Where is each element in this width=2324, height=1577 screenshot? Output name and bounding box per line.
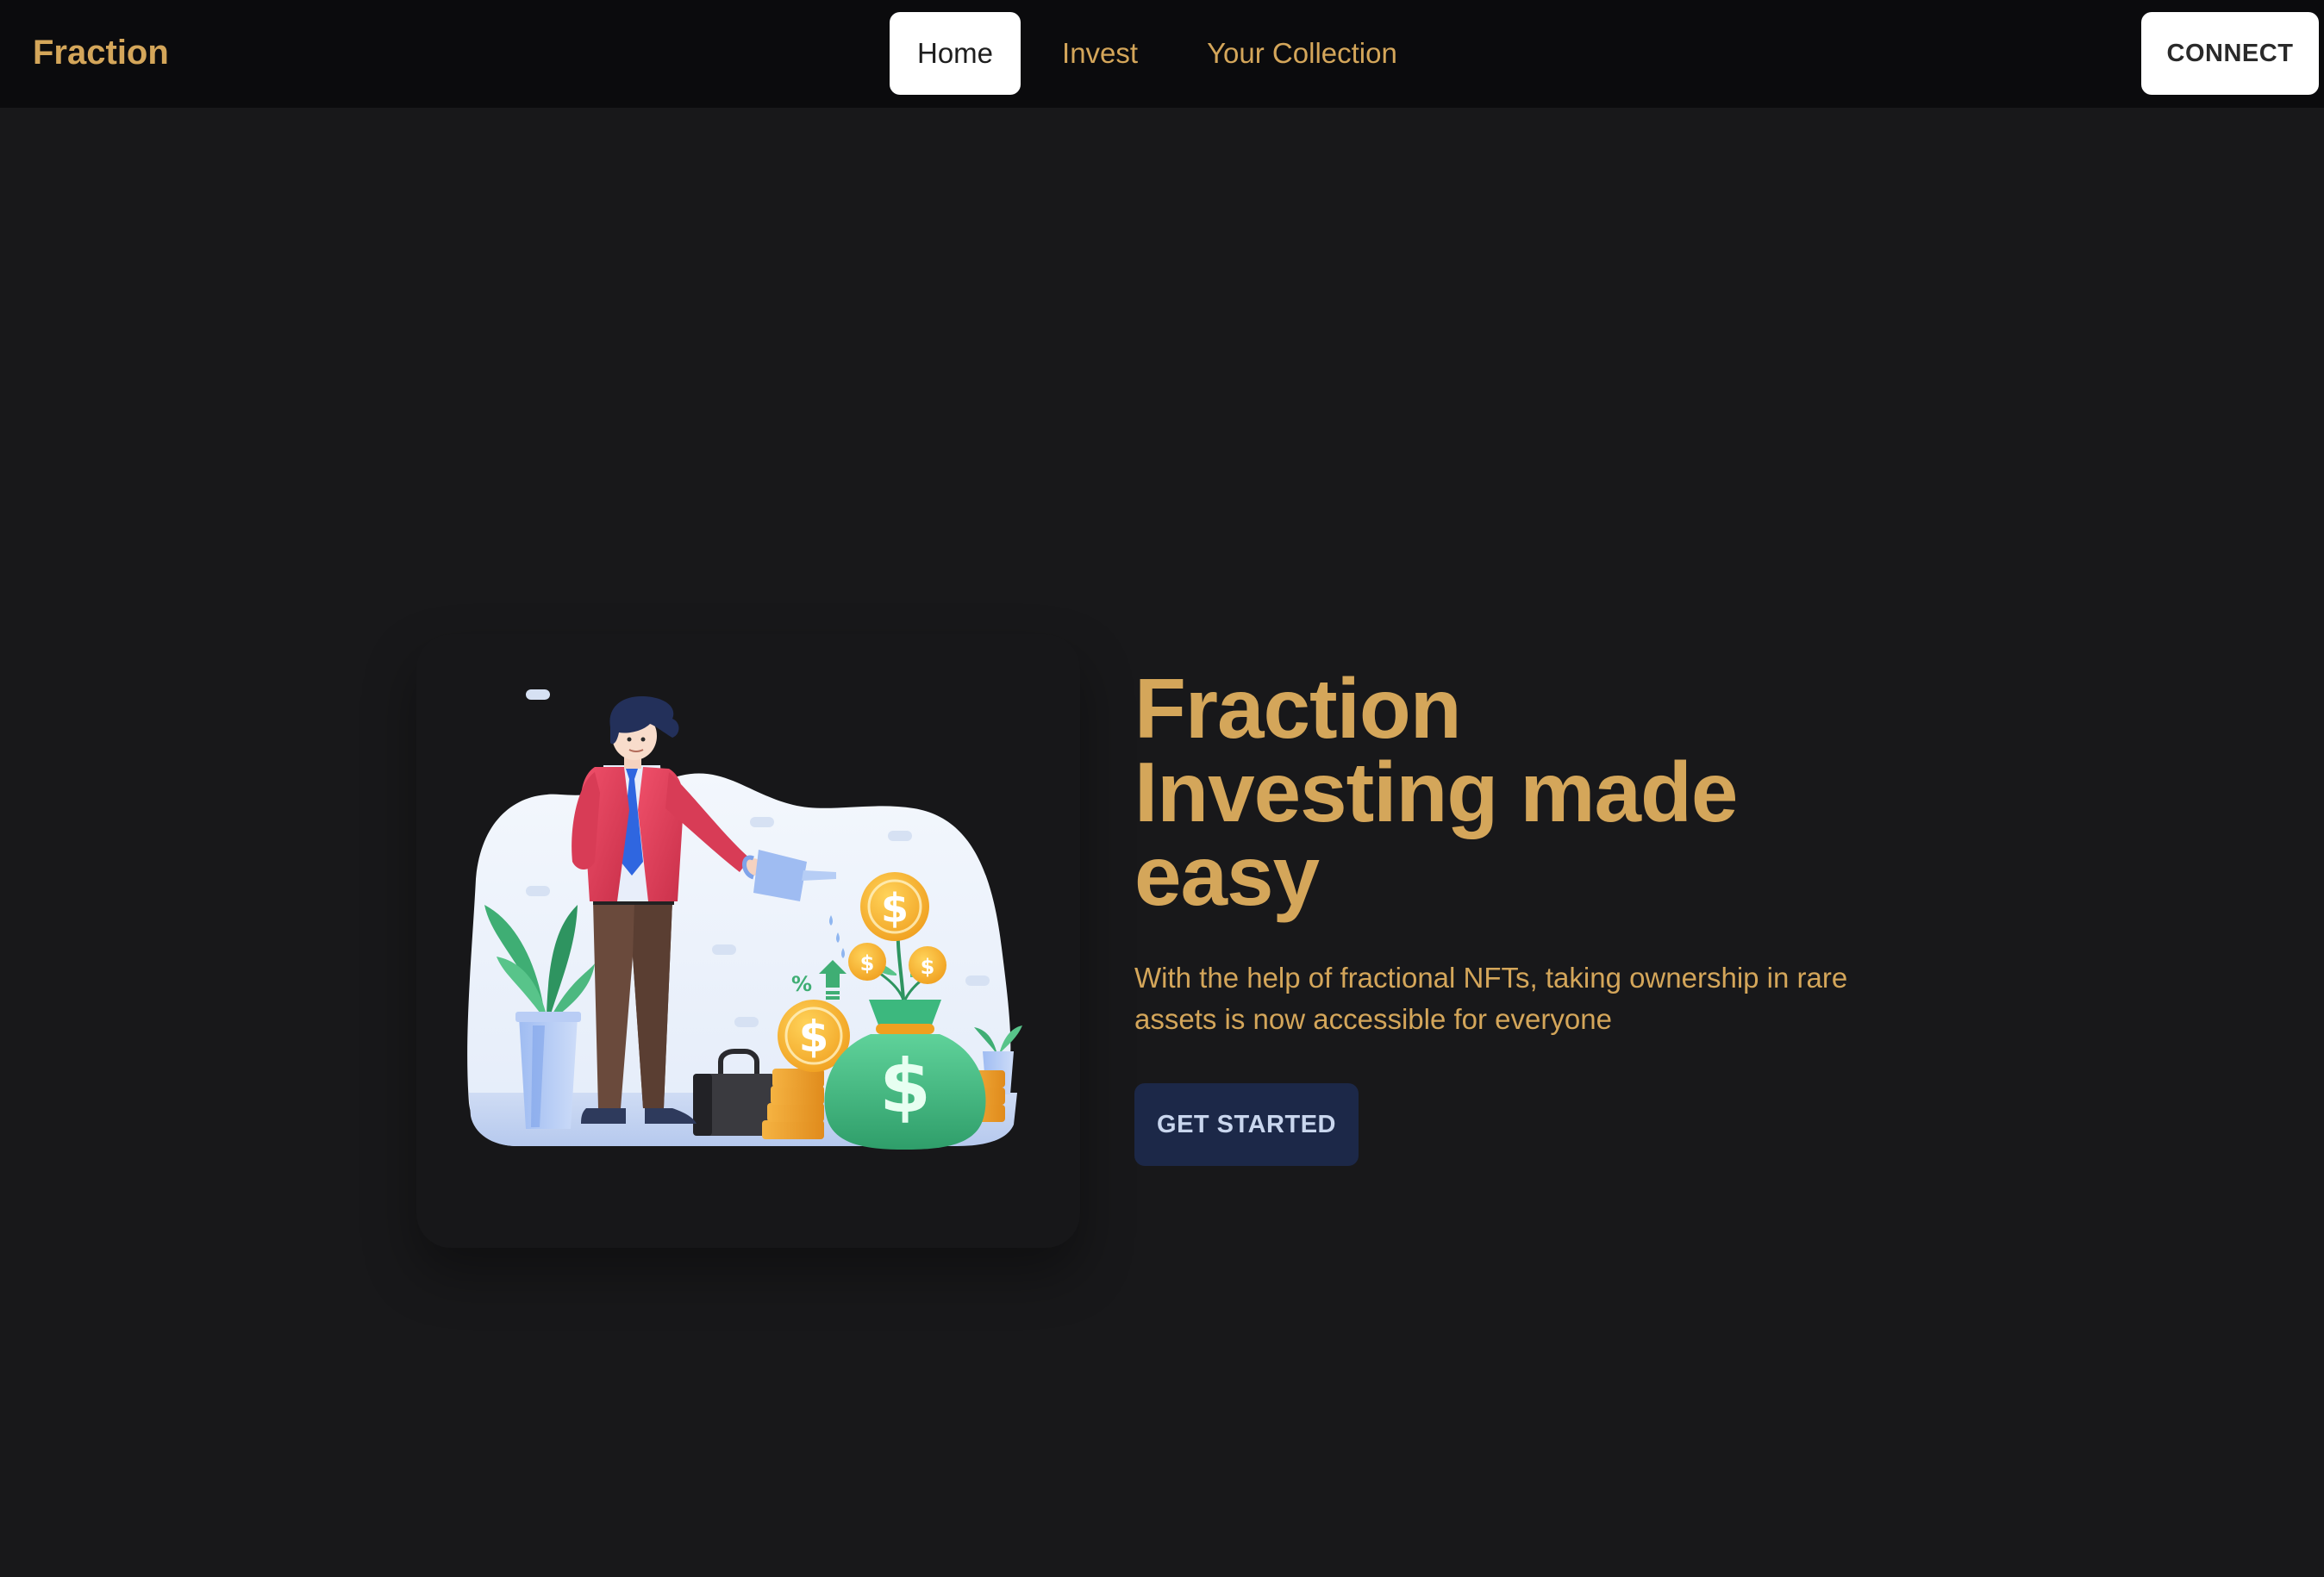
svg-text:$: $ xyxy=(799,1012,829,1062)
svg-text:%: % xyxy=(791,972,812,996)
get-started-button[interactable]: GET STARTED xyxy=(1134,1083,1359,1166)
investor-watering-money-plant-icon: $ $ $ $ $ % xyxy=(467,689,1022,1150)
svg-text:$: $ xyxy=(921,955,935,979)
connect-button[interactable]: CONNECT xyxy=(2141,12,2319,95)
hero-subtitle-line: assets is now accessible for everyone xyxy=(1134,1003,1612,1035)
main-nav: Home Invest Your Collection xyxy=(890,12,1439,95)
top-navbar: Fraction Home Invest Your Collection CON… xyxy=(0,0,2324,108)
hero-text-block: Fraction Investing made easy With the he… xyxy=(1134,661,1962,1166)
svg-text:$: $ xyxy=(860,951,875,975)
hero-title-line: Fraction xyxy=(1134,661,1462,756)
nav-your-collection[interactable]: Your Collection xyxy=(1179,12,1425,95)
svg-text:$: $ xyxy=(879,1044,931,1130)
hero-title-line: Investing made xyxy=(1134,745,1738,839)
nav-invest[interactable]: Invest xyxy=(1034,12,1165,95)
hero-title: Fraction Investing made easy xyxy=(1134,661,1962,923)
hero-subtitle-line: With the help of fractional NFTs, taking… xyxy=(1134,962,1848,994)
hero-title-line: easy xyxy=(1134,828,1320,923)
nav-home[interactable]: Home xyxy=(890,12,1021,95)
svg-text:$: $ xyxy=(881,885,909,932)
brand-logo[interactable]: Fraction xyxy=(33,31,169,74)
hero-subtitle: With the help of fractional NFTs, taking… xyxy=(1134,957,1910,1040)
